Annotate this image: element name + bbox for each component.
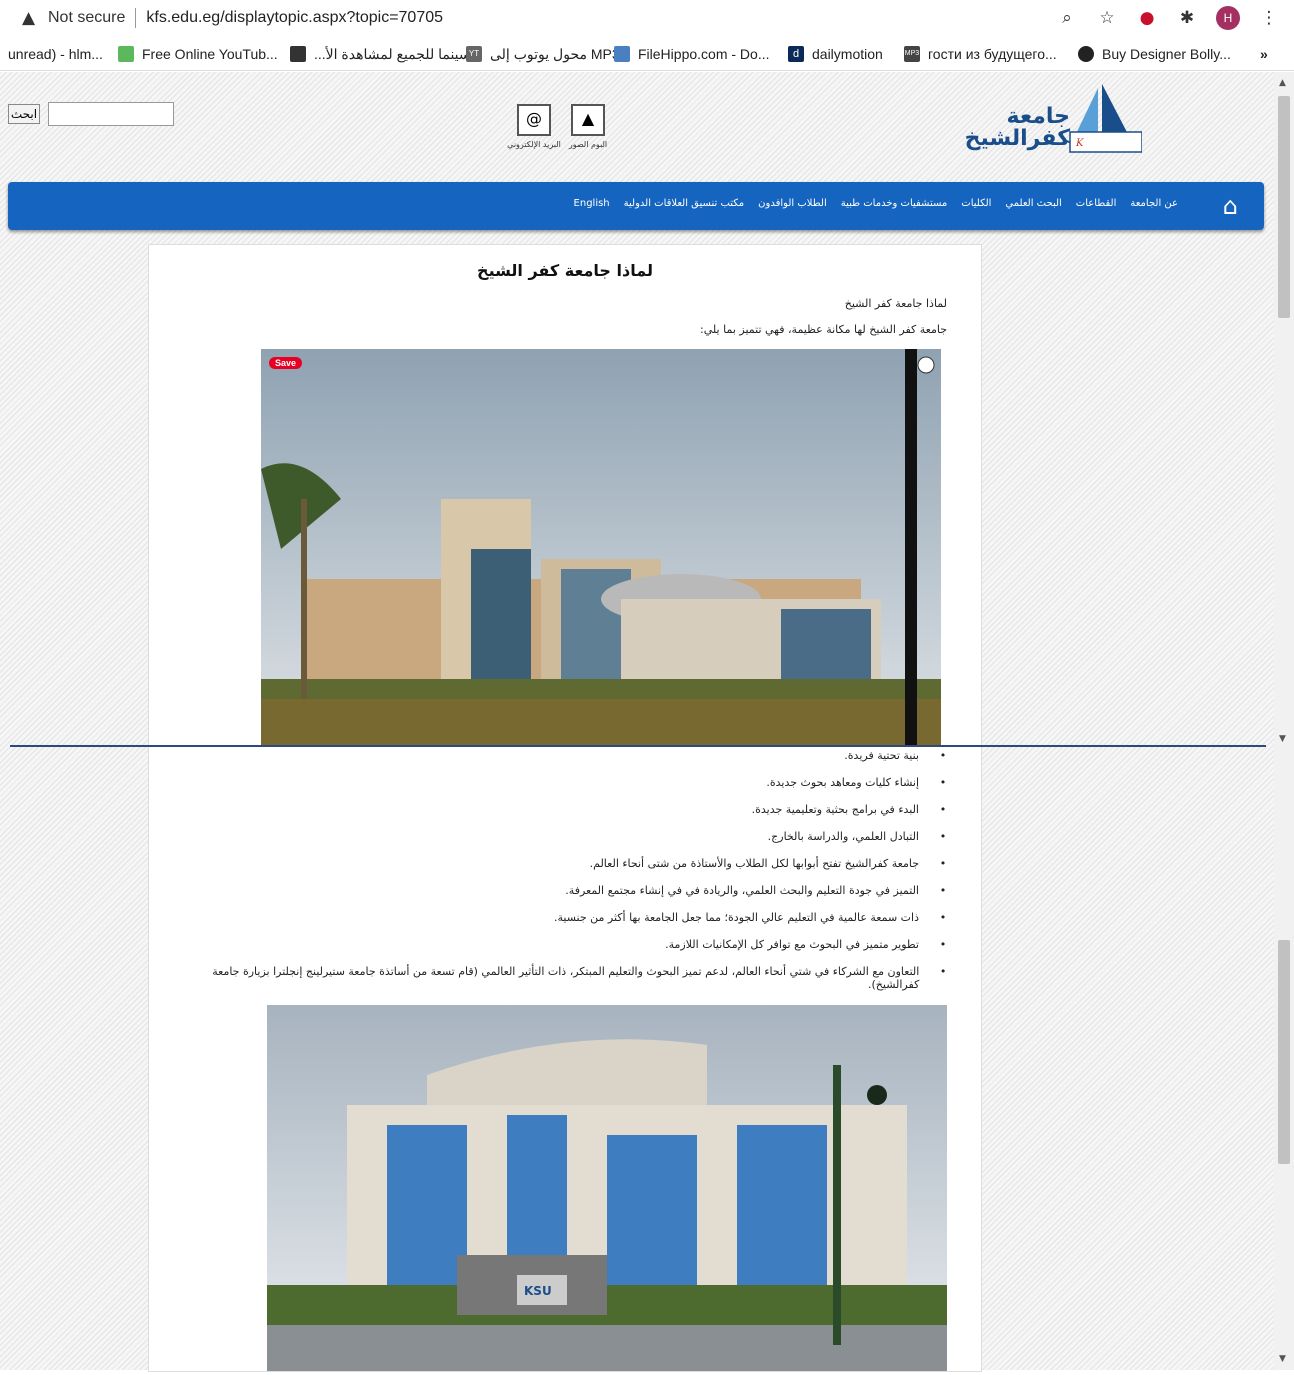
nav-items: عن الجامعة القطاعات البحث العلمي الكليات…: [574, 198, 1178, 209]
nav-item-research[interactable]: البحث العلمي: [1005, 198, 1061, 209]
download-icon: [118, 46, 134, 62]
scroll-down-icon[interactable]: ▼: [1279, 734, 1286, 744]
list-item: • البدء في برامج بحثية وتعليمية جديدة.: [751, 803, 947, 816]
address-bar: ▲ Not secure kfs.edu.eg/displaytopic.asp…: [0, 0, 1294, 36]
dailymotion-icon: d: [788, 46, 804, 62]
campus-photo-1: Save: [261, 349, 941, 747]
list-item: • التبادل العلمي، والدراسة بالخارج.: [767, 830, 947, 843]
photo-album-link[interactable]: ▲ البوم الصور: [568, 104, 608, 149]
pinterest-icon[interactable]: ●: [1136, 8, 1158, 28]
university-logo[interactable]: K جامعة كفرالشيخ: [952, 78, 1143, 156]
list-item: • التعاون مع الشركاء في شتي أنحاء العالم،…: [212, 965, 947, 991]
page-background: ابحث @ البريد الإلكتروني ▲ البوم الصور K…: [0, 72, 1274, 1372]
youtube-mp3-icon: YT: [466, 46, 482, 62]
campus-photo-2: KSU: [267, 1005, 947, 1371]
list-item: • جامعة كفرالشيخ تفتح أبوابها لكل الطلاب …: [589, 857, 947, 870]
bookmark-item[interactable]: YT محول يوتوب إلى MP3: [466, 46, 620, 63]
article-panel: لماذا جامعة كفر الشيخ لماذا جامعة كفر ال…: [148, 244, 982, 1372]
email-icon: @: [517, 104, 551, 136]
email-link[interactable]: @ البريد الإلكتروني: [507, 104, 561, 149]
filehippo-icon: [614, 46, 630, 62]
nav-item-about[interactable]: عن الجامعة: [1130, 198, 1178, 209]
clapper-icon: [290, 46, 306, 62]
bookmark-item[interactable]: FileHippo.com - Do...: [614, 46, 769, 62]
bookmark-item[interactable]: Buy Designer Bolly...: [1078, 46, 1231, 62]
nav-item-faculties[interactable]: الكليات: [961, 198, 991, 209]
home-icon[interactable]: ⌂: [1223, 192, 1238, 220]
intro-line-1: لماذا جامعة كفر الشيخ: [844, 297, 947, 310]
scrollbar[interactable]: ▲ ▼ ▼: [1274, 72, 1294, 1370]
intro-line-2: جامعة كفر الشيخ لها مكانة عظيمة، فهي تتم…: [700, 323, 947, 336]
mp3-icon: MP3: [904, 46, 920, 62]
more-bookmarks-button[interactable]: »: [1260, 46, 1268, 62]
avatar[interactable]: H: [1216, 6, 1240, 30]
svg-text:K: K: [1075, 138, 1084, 149]
security-label[interactable]: Not secure: [48, 9, 125, 27]
image-icon: ▲: [571, 104, 605, 136]
quick-links: @ البريد الإلكتروني ▲ البوم الصور: [507, 104, 608, 149]
scroll-up-icon[interactable]: ▲: [1279, 78, 1286, 88]
scrollbar-thumb-lower[interactable]: [1278, 940, 1290, 1164]
pinterest-save-button[interactable]: Save: [269, 357, 303, 369]
toolbar-icons: ⌕ ☆ ● ✱ H ⋮: [1056, 6, 1280, 30]
menu-icon[interactable]: ⋮: [1258, 8, 1280, 28]
scrollbar-thumb[interactable]: [1278, 96, 1290, 318]
star-icon[interactable]: ☆: [1096, 8, 1118, 28]
bookmark-item[interactable]: unread) - hlm...: [8, 46, 103, 62]
scroll-down-icon-lower[interactable]: ▼: [1279, 1354, 1286, 1364]
feature-list: • بنية تحتية فريدة. • إنشاء كليات ومعاهد ب…: [187, 749, 947, 1005]
list-item: • إنشاء كليات ومعاهد بحوث جديدة.: [766, 776, 947, 789]
list-item: • بنية تحتية فريدة.: [844, 749, 947, 762]
logo-text: جامعة كفرالشيخ: [964, 104, 1070, 151]
list-item: • التميز في جودة التعليم والبحث العلمي، و…: [565, 884, 947, 897]
globe-icon: [1078, 46, 1094, 62]
photo-sign-text: KSU: [524, 1284, 552, 1298]
nav-item-sectors[interactable]: القطاعات: [1076, 198, 1117, 209]
nav-item-hospitals[interactable]: مستشفيات وخدمات طبية: [841, 198, 948, 209]
search-button[interactable]: ابحث: [8, 104, 40, 124]
main-navigation: ⌂ عن الجامعة القطاعات البحث العلمي الكلي…: [8, 182, 1264, 230]
bookmark-item[interactable]: Free Online YouTub...: [118, 46, 278, 62]
horizontal-rule: [10, 745, 1266, 747]
search-input[interactable]: [48, 102, 174, 126]
nav-item-international-students[interactable]: الطلاب الوافدون: [758, 198, 827, 209]
list-item: • تطوير متميز في البحوث مع توافر كل الإمك…: [665, 938, 947, 951]
warning-icon[interactable]: ▲: [22, 8, 42, 28]
page-title: لماذا جامعة كفر الشيخ: [477, 261, 653, 280]
divider: [135, 8, 137, 28]
bookmark-item[interactable]: السينما للجميع لمشاهدة الأ...: [290, 46, 480, 63]
nav-item-international-office[interactable]: مكتب تنسيق العلاقات الدولية: [624, 198, 745, 209]
bookmark-item[interactable]: d dailymotion: [788, 46, 883, 62]
url-field[interactable]: kfs.edu.eg/displaytopic.aspx?topic=70705: [146, 9, 443, 27]
nav-item-english[interactable]: English: [574, 198, 610, 209]
extensions-icon[interactable]: ✱: [1176, 8, 1198, 28]
bookmark-item[interactable]: MP3 гости из будущего...: [904, 46, 1057, 62]
bookmarks-bar: unread) - hlm... Free Online YouTub... ا…: [0, 38, 1294, 71]
list-item: • ذات سمعة عالمية في التعليم عالي الجودة؛…: [554, 911, 947, 924]
zoom-icon[interactable]: ⌕: [1056, 8, 1078, 28]
